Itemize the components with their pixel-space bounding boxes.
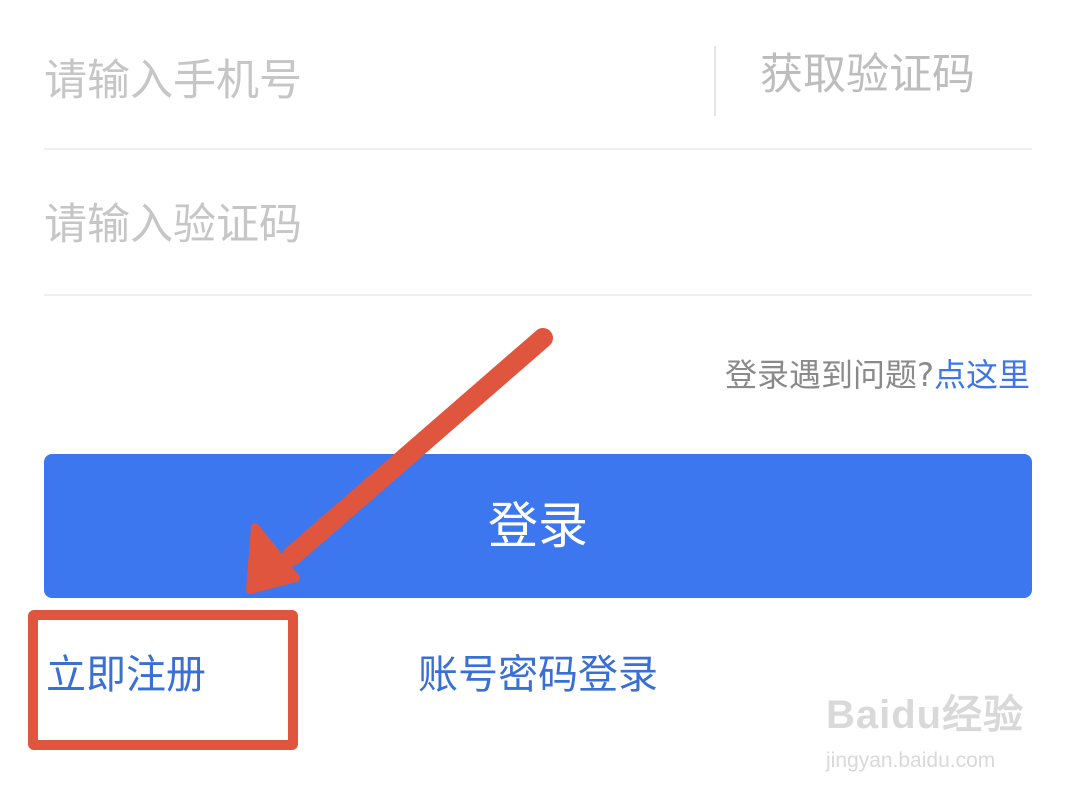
phone-input[interactable]: 请输入手机号 <box>44 46 684 116</box>
get-code-button[interactable]: 获取验证码 <box>760 40 975 110</box>
baidu-jingyan-watermark: Baidu经验 jingyan.baidu.com <box>826 690 1066 800</box>
code-underline <box>44 294 1032 296</box>
login-help-text: 登录遇到问题? <box>724 356 934 394</box>
input-divider <box>714 46 716 116</box>
login-button[interactable]: 登录 <box>44 454 1032 598</box>
login-page: 请输入手机号 获取验证码 请输入验证码 登录遇到问题?点这里 登录 立即注册 账… <box>0 0 1076 807</box>
password-login-link[interactable]: 账号密码登录 <box>418 648 658 702</box>
login-help-link[interactable]: 点这里 <box>934 356 1030 394</box>
annotation-highlight-box <box>28 610 298 750</box>
code-input[interactable]: 请输入验证码 <box>44 190 684 260</box>
watermark-url: jingyan.baidu.com <box>826 749 996 772</box>
login-help: 登录遇到问题?点这里 <box>725 350 1030 400</box>
watermark-brand: Baidu经验 <box>826 693 1025 737</box>
phone-underline <box>44 148 1032 150</box>
